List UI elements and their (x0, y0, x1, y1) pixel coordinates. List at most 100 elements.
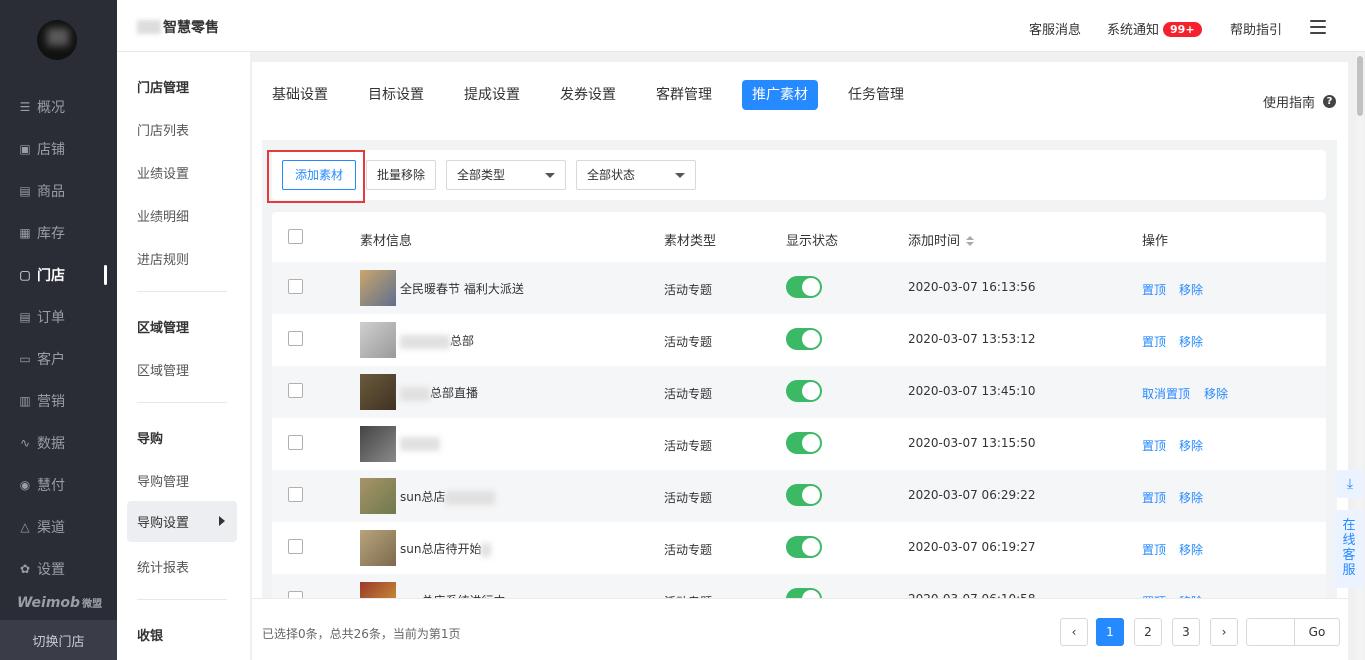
subnav-item-entry-rules[interactable]: 进店规则 (137, 249, 189, 268)
page-button-3[interactable]: 3 (1172, 618, 1200, 646)
remove-link[interactable]: 移除 (1179, 281, 1203, 298)
row-checkbox[interactable] (288, 487, 303, 502)
pin-link[interactable]: 置顶 (1142, 541, 1166, 558)
table-row: sun总店 活动专题 2020-03-07 06:29:22 置顶 移除 (272, 470, 1326, 522)
sidebar-item-8[interactable]: ∿ 数据 (0, 423, 117, 463)
sidebar-item-6[interactable]: ▭ 客户 (0, 339, 117, 379)
select-all-checkbox[interactable] (288, 229, 303, 244)
page-button-2[interactable]: 2 (1134, 618, 1162, 646)
sidebar-item-label: 营销 (37, 394, 65, 410)
pin-link[interactable]: 置顶 (1142, 281, 1166, 298)
help-question-icon: ? (1323, 95, 1336, 108)
download-icon[interactable]: ⤓ (1336, 470, 1364, 498)
prev-page-button[interactable]: ‹ (1060, 618, 1088, 646)
display-status-toggle[interactable] (786, 328, 822, 350)
subnav-section-cashier: 收银 (137, 629, 164, 644)
subnav-section-guide: 导购 (137, 432, 164, 447)
display-status-toggle[interactable] (786, 432, 822, 454)
table-row: 总部 活动专题 2020-03-07 13:53:12 置顶 移除 (272, 314, 1326, 366)
tab-4[interactable]: 客群管理 (646, 80, 722, 110)
hamburger-menu-icon[interactable] (1310, 20, 1326, 34)
tab-1[interactable]: 目标设置 (358, 80, 434, 110)
sidebar-item-11[interactable]: ✿ 设置 (0, 549, 117, 589)
usage-guide-link[interactable]: 使用指南? (1263, 92, 1336, 111)
remove-link[interactable]: 移除 (1179, 437, 1203, 454)
remove-link[interactable]: 移除 (1179, 489, 1203, 506)
next-page-button[interactable]: › (1210, 618, 1238, 646)
remove-link[interactable]: 移除 (1179, 541, 1203, 558)
sidebar-item-5[interactable]: ▤ 订单 (0, 297, 117, 337)
added-time: 2020-03-07 13:45:10 (908, 384, 1036, 398)
tab-3[interactable]: 发券设置 (550, 80, 626, 110)
added-time: 2020-03-07 13:15:50 (908, 436, 1036, 450)
sidebar-item-label: 客户 (37, 352, 65, 368)
subnav-item-guide-settings[interactable]: 导购设置 (127, 501, 237, 542)
row-checkbox[interactable] (288, 279, 303, 294)
subnav-item-area-manage[interactable]: 区域管理 (137, 360, 189, 379)
sidebar-item-label: 门店 (37, 268, 65, 284)
sidebar-item-10[interactable]: △ 渠道 (0, 507, 117, 547)
material-title: 全民暖春节 福利大派送 (400, 282, 524, 296)
status-filter-select[interactable]: 全部状态 (576, 160, 696, 190)
page-button-1[interactable]: 1 (1096, 618, 1124, 646)
display-status-toggle[interactable] (786, 484, 822, 506)
shop-icon: ▣ (19, 142, 31, 156)
remove-link[interactable]: 移除 (1179, 333, 1203, 350)
material-title: sun总店 (400, 488, 496, 505)
row-checkbox[interactable] (288, 435, 303, 450)
pay-icon: ◉ (19, 478, 31, 492)
added-time: 2020-03-07 06:19:27 (908, 540, 1036, 554)
tab-2[interactable]: 提成设置 (454, 80, 530, 110)
material-title: 总部直播 (400, 384, 478, 401)
sort-icon[interactable] (966, 236, 975, 246)
pin-link[interactable]: 置顶 (1142, 437, 1166, 454)
type-filter-select[interactable]: 全部类型 (446, 160, 566, 190)
subnav-item-store-list[interactable]: 门店列表 (137, 120, 189, 139)
help-guide-link[interactable]: 帮助指引 (1230, 19, 1282, 38)
sidebar-item-0[interactable]: ☰ 概况 (0, 87, 117, 127)
sidebar-item-4[interactable]: ▢ 门店 (0, 255, 117, 295)
sidebar-item-1[interactable]: ▣ 店铺 (0, 129, 117, 169)
sidebar-item-9[interactable]: ◉ 慧付 (0, 465, 117, 505)
chevron-down-icon (675, 173, 685, 178)
sidebar-item-3[interactable]: ▦ 库存 (0, 213, 117, 253)
sidebar-item-label: 设置 (37, 562, 65, 578)
added-time: 2020-03-07 06:29:22 (908, 488, 1036, 502)
row-checkbox[interactable] (288, 539, 303, 554)
tab-6[interactable]: 任务管理 (838, 80, 914, 110)
table-row: 全民暖春节 福利大派送 活动专题 2020-03-07 16:13:56 置顶 移除 (272, 262, 1326, 314)
switch-store-button[interactable]: 切换门店 (0, 620, 117, 660)
sidebar-item-2[interactable]: ▤ 商品 (0, 171, 117, 211)
subnav-item-guide-manage[interactable]: 导购管理 (137, 471, 189, 490)
sidebar-item-7[interactable]: ▥ 营销 (0, 381, 117, 421)
batch-remove-button[interactable]: 批量移除 (366, 160, 436, 190)
system-notice-link[interactable]: 系统通知 99+ (1107, 19, 1202, 38)
column-header-time[interactable]: 添加时间 (908, 230, 975, 249)
subnav-item-stats[interactable]: 统计报表 (137, 557, 189, 576)
pin-link[interactable]: 置顶 (1142, 333, 1166, 350)
avatar[interactable] (37, 20, 77, 60)
display-status-toggle[interactable] (786, 536, 822, 558)
tab-5[interactable]: 推广素材 (742, 80, 818, 110)
online-service-button[interactable]: 在线客服 (1334, 510, 1364, 588)
row-checkbox[interactable] (288, 331, 303, 346)
material-title: sun总店待开始 (400, 540, 492, 557)
pin-link[interactable]: 置顶 (1142, 489, 1166, 506)
tab-0[interactable]: 基础设置 (262, 80, 338, 110)
sidebar-item-label: 数据 (37, 436, 65, 452)
material-type: 活动专题 (664, 439, 713, 453)
display-status-toggle[interactable] (786, 380, 822, 402)
subnav-item-perf-detail[interactable]: 业绩明细 (137, 206, 189, 225)
service-message-link[interactable]: 客服消息 (1029, 19, 1081, 38)
display-status-toggle[interactable] (786, 276, 822, 298)
material-thumbnail (360, 426, 396, 462)
go-button[interactable]: Go (1294, 618, 1340, 646)
page-jump-input[interactable] (1246, 618, 1294, 646)
pin-link[interactable]: 取消置顶 (1142, 385, 1190, 402)
material-thumbnail (360, 322, 396, 358)
row-checkbox[interactable] (288, 383, 303, 398)
remove-link[interactable]: 移除 (1204, 385, 1228, 402)
top-header: 智慧零售 客服消息 系统通知 99+ 帮助指引 (117, 0, 1365, 52)
sidebar-item-label: 商品 (37, 184, 65, 200)
subnav-item-perf-settings[interactable]: 业绩设置 (137, 163, 189, 182)
